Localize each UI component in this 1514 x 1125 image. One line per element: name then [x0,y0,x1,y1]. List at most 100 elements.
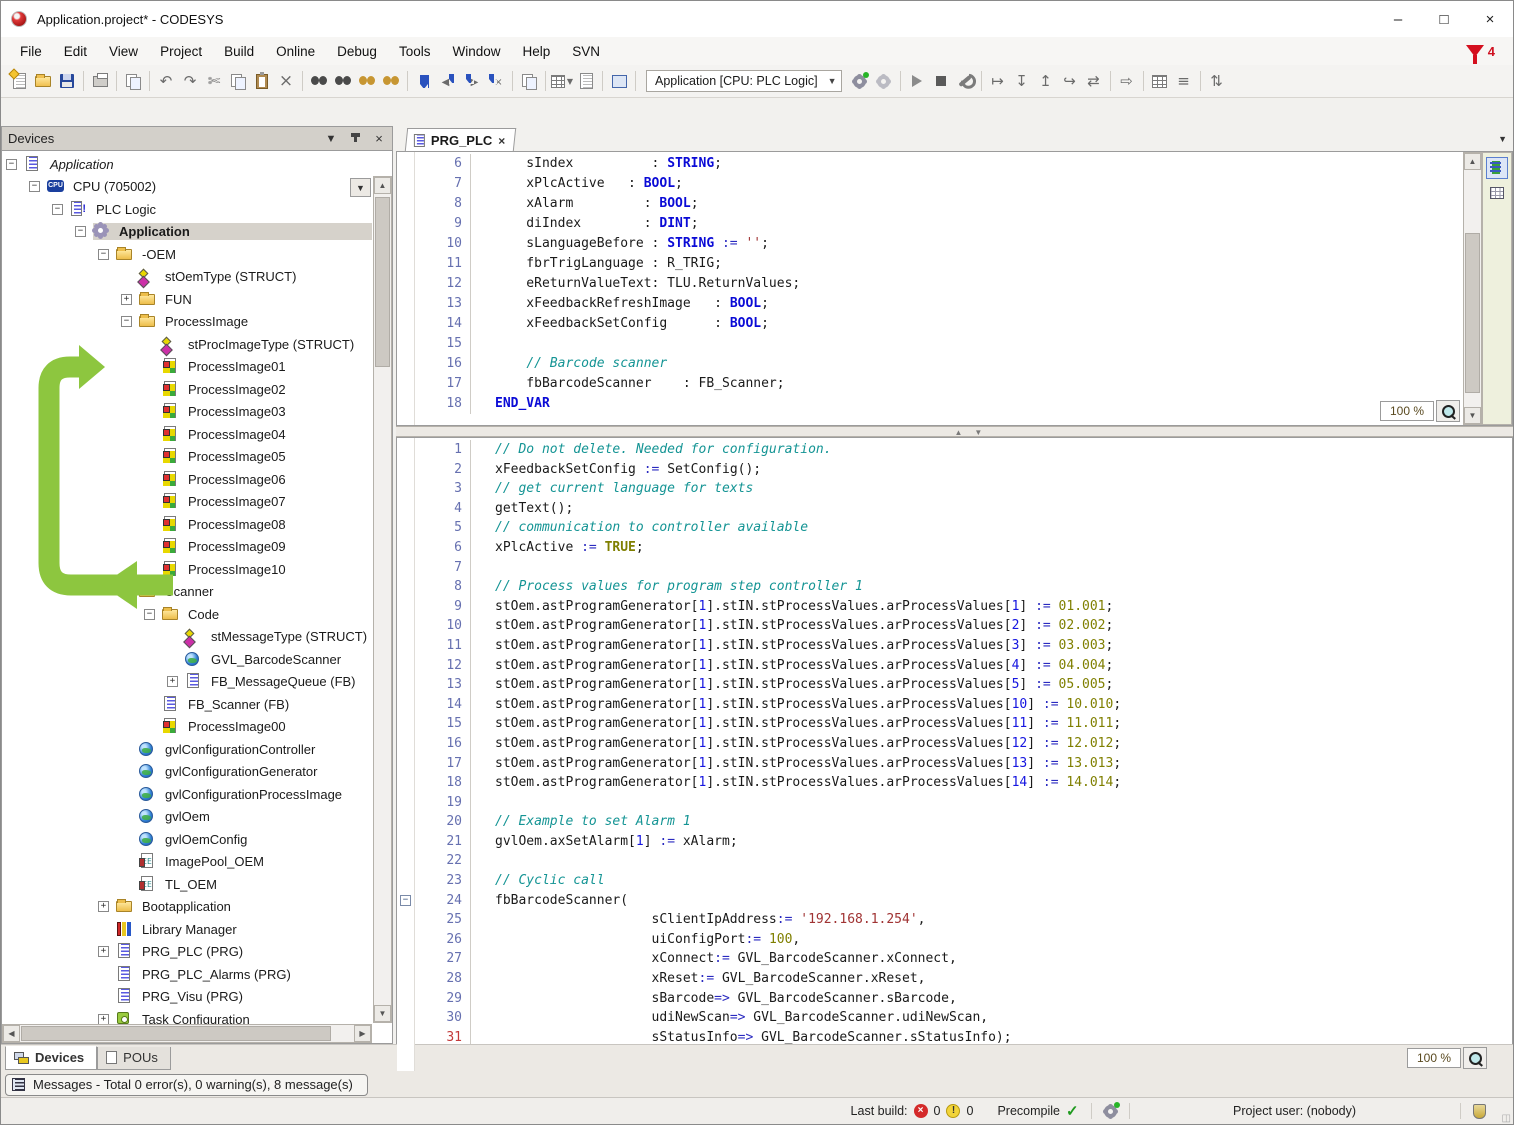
menu-item-help[interactable]: Help [511,40,561,63]
panel-close-icon[interactable]: × [372,131,386,146]
tree-item-fun[interactable]: +FUN [2,288,372,311]
new-table-icon[interactable]: ▼ [550,69,574,93]
tree-item-stmessagetype-struct-[interactable]: stMessageType (STRUCT) [2,626,372,649]
collapse-icon[interactable]: − [121,316,132,327]
expand-icon[interactable]: + [167,676,178,687]
implementation-editor[interactable]: − 1// Do not delete. Needed for configur… [396,437,1513,1072]
tab-prg-plc[interactable]: PRG_PLC × [405,128,517,151]
scroll-left-icon[interactable]: ◀ [3,1025,20,1042]
scrollbar-thumb[interactable] [21,1026,331,1041]
close-button[interactable]: × [1467,1,1513,37]
implementation-zoom-level[interactable]: 100 % [1407,1048,1461,1068]
devices-tree[interactable]: −Application−CPUCPU (705002)−PLC Logic−A… [1,151,393,1044]
tree-item-fb-scanner-fb-[interactable]: FB_Scanner (FB) [2,693,372,716]
new-project-icon[interactable] [7,69,31,93]
tree-item-processimage10[interactable]: ProcessImage10 [2,558,372,581]
tree-item-processimage07[interactable]: ProcessImage07 [2,491,372,514]
save-project-icon[interactable] [55,69,79,93]
watch-list-icon[interactable]: ≡ [1172,69,1196,93]
paste-icon[interactable] [250,69,274,93]
scrollbar-thumb[interactable] [1465,233,1480,393]
recompile-icon[interactable]: ⇅ [1205,69,1229,93]
tree-item-processimage06[interactable]: ProcessImage06 [2,468,372,491]
tree-item-processimage08[interactable]: ProcessImage08 [2,513,372,536]
stop-icon[interactable] [929,69,953,93]
declaration-scrollbar[interactable]: ▲ ▼ [1463,152,1482,425]
export-document-icon[interactable] [574,69,598,93]
tree-item-processimage02[interactable]: ProcessImage02 [2,378,372,401]
collapse-icon[interactable]: − [144,609,155,620]
tab-close-icon[interactable]: × [498,133,505,147]
tree-item-cpu-705002-[interactable]: −CPUCPU (705002) [2,176,372,199]
collapse-region-icon[interactable]: − [400,895,411,906]
reset-icon[interactable]: ⇄ [1082,69,1106,93]
tree-item-stoemtype-struct-[interactable]: stOemType (STRUCT) [2,266,372,289]
replace-icon[interactable] [331,69,355,93]
minimize-button[interactable]: – [1375,1,1421,37]
maximize-button[interactable]: □ [1421,1,1467,37]
tree-item-code[interactable]: −Code [2,603,372,626]
find-icon[interactable] [307,69,331,93]
tree-item-stprocimagetype-struct-[interactable]: stProcImageType (STRUCT) [2,333,372,356]
collapse-icon[interactable]: − [52,204,63,215]
editor-splitter[interactable]: ▲ ▼ [396,426,1513,437]
redo-icon[interactable]: ↷ [178,69,202,93]
bookmark-toggle-icon[interactable] [412,69,436,93]
tree-item-gvlconfigurationprocessimage[interactable]: gvlConfigurationProcessImage [2,783,372,806]
cut-icon[interactable]: ✄ [202,69,226,93]
undo-icon[interactable]: ↶ [154,69,178,93]
tree-item-gvloemconfig[interactable]: gvlOemConfig [2,828,372,851]
copy-all-icon[interactable] [517,69,541,93]
tree-item-tl-oem[interactable]: EETL_OEM [2,873,372,896]
menu-item-view[interactable]: View [98,40,149,63]
tree-item-prg-plc-alarms-prg-[interactable]: PRG_PLC_Alarms (PRG) [2,963,372,986]
menu-item-window[interactable]: Window [441,40,511,63]
tabular-view-button[interactable] [1486,183,1508,205]
tree-item-prg-visu-prg-[interactable]: PRG_Visu (PRG) [2,986,372,1009]
menu-item-file[interactable]: File [9,40,53,63]
tree-item--oem[interactable]: −-OEM [2,243,372,266]
messages-tab[interactable]: Messages - Total 0 error(s), 0 warning(s… [5,1074,368,1096]
menu-item-debug[interactable]: Debug [326,40,388,63]
expand-icon[interactable]: + [121,294,132,305]
pin-icon[interactable] [348,133,362,145]
tree-item-plc-logic[interactable]: −PLC Logic [2,198,372,221]
step-out-icon[interactable]: ↥ [1034,69,1058,93]
collapse-icon[interactable]: − [29,181,40,192]
active-application-combo[interactable]: Application [CPU: PLC Logic]▼ [646,70,842,92]
menu-item-online[interactable]: Online [265,40,326,63]
tree-item-processimage01[interactable]: ProcessImage01 [2,356,372,379]
tree-item-application[interactable]: −Application [2,153,372,176]
declaration-editor[interactable]: 6 sIndex : STRING;7 xPlcActive : BOOL;8 … [396,151,1513,426]
bookmark-next-icon[interactable]: ▶ [460,69,484,93]
tree-item-scanner[interactable]: −Scanner [2,581,372,604]
print-icon[interactable] [88,69,112,93]
tree-item-gvloem[interactable]: gvlOem [2,806,372,829]
scroll-up-icon[interactable]: ▲ [1464,153,1481,170]
menu-item-build[interactable]: Build [213,40,265,63]
pragma-flag-badge[interactable]: 4 [1466,44,1495,59]
tree-vertical-scrollbar[interactable]: ▲ ▼ [373,176,392,1023]
open-project-icon[interactable] [31,69,55,93]
declarations-table-icon[interactable] [1148,69,1172,93]
collapse-icon[interactable]: − [121,586,132,597]
tree-item-processimage[interactable]: −ProcessImage [2,311,372,334]
bottom-tab-devices[interactable]: Devices [5,1046,97,1070]
tree-item-prg-plc-prg-[interactable]: +PRG_PLC (PRG) [2,941,372,964]
zoom-magnifier-icon[interactable] [1436,400,1460,422]
tree-item-gvlconfigurationcontroller[interactable]: gvlConfigurationController [2,738,372,761]
resize-grip[interactable]: ◫ [1502,1113,1511,1124]
expand-icon[interactable]: + [98,901,109,912]
step-over-icon[interactable]: ↦ [986,69,1010,93]
tree-item-gvlconfigurationgenerator[interactable]: gvlConfigurationGenerator [2,761,372,784]
device-combo-button[interactable]: ▼ [350,178,371,197]
menu-item-svn[interactable]: SVN [561,40,611,63]
replace-object-icon[interactable] [379,69,403,93]
scroll-down-icon[interactable]: ▼ [1464,407,1481,424]
run-to-cursor-icon[interactable]: ↪ [1058,69,1082,93]
copy-format-icon[interactable] [121,69,145,93]
tree-item-bootapplication[interactable]: +Bootapplication [2,896,372,919]
expand-icon[interactable]: + [98,946,109,957]
menu-item-tools[interactable]: Tools [388,40,442,63]
input-assistant-icon[interactable] [607,69,631,93]
